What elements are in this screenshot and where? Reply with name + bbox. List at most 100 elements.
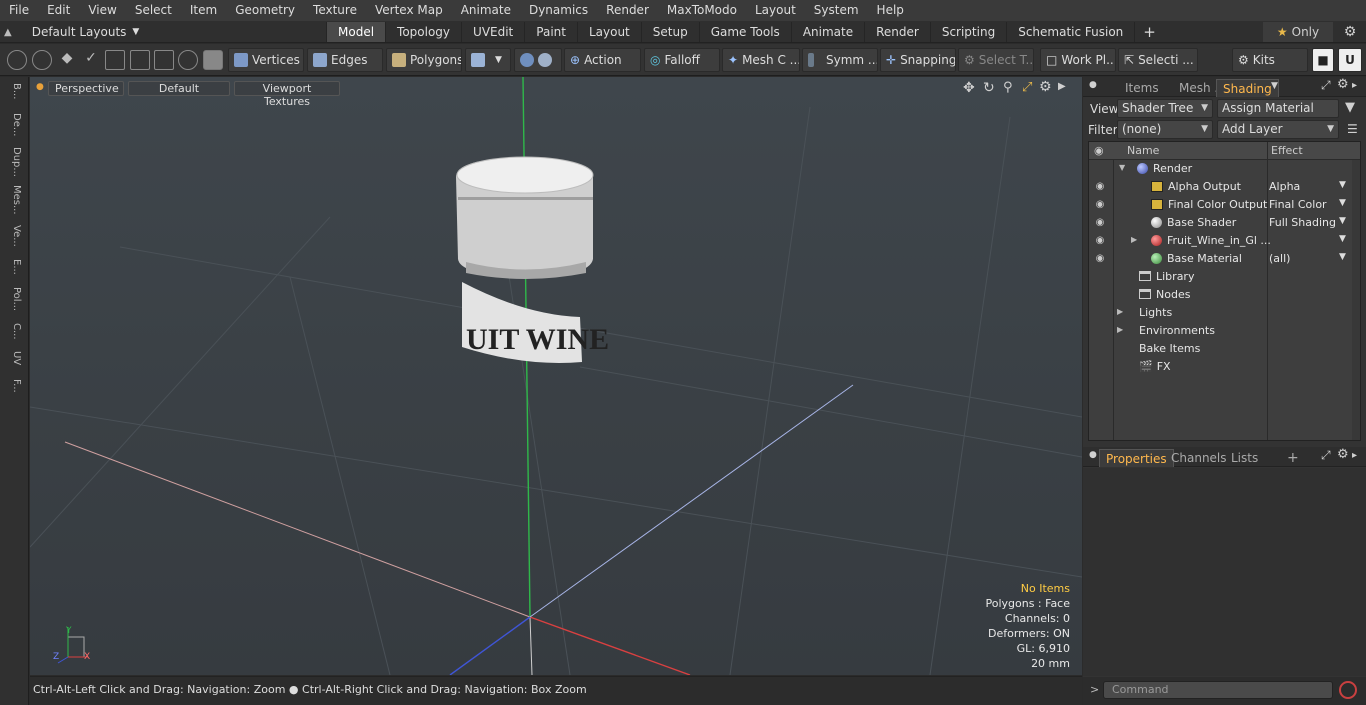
pan-icon[interactable]: ✥ (963, 80, 975, 96)
tree-row-library[interactable]: Library (1089, 268, 1360, 286)
eye-icon[interactable]: ◉ (1093, 181, 1107, 193)
chevron-down-icon[interactable]: ▼ (1339, 180, 1346, 190)
expand-icon[interactable]: ▶ (1117, 307, 1123, 316)
menu-layout[interactable]: Layout (746, 0, 805, 21)
menu-select[interactable]: Select (126, 0, 181, 21)
tree-row-alpha-output[interactable]: ◉ Alpha Output Alpha ▼ (1089, 178, 1360, 196)
tree-row-lights[interactable]: ▶ Lights (1089, 304, 1360, 322)
chevron-down-icon[interactable]: ▼ (1339, 234, 1346, 244)
viewport-textures-dropdown[interactable]: Viewport Textures (234, 81, 340, 108)
vertices-button[interactable]: Vertices (228, 48, 304, 72)
eye-icon[interactable]: ◉ (1093, 217, 1107, 229)
tree-row-base-shader[interactable]: ◉ Base Shader Full Shading ▼ (1089, 214, 1360, 232)
assign-material-button[interactable]: Assign Material (1217, 99, 1339, 118)
kits-button[interactable]: ⚙ Kits (1232, 48, 1308, 72)
unreal-icon[interactable]: U (1338, 48, 1362, 72)
menu-item[interactable]: Item (181, 0, 226, 21)
left-tab-uv[interactable]: UV (4, 351, 22, 375)
left-tab-deform[interactable]: De... (4, 113, 22, 143)
panel-gear-icon[interactable]: ⚙ (1337, 447, 1349, 462)
tree-row-fruit-wine[interactable]: ◉ ▶ Fruit_Wine_in_Gl ... ▼ (1089, 232, 1360, 250)
scale-icon[interactable] (154, 50, 174, 70)
maximize-icon[interactable]: ⤢ (1321, 448, 1331, 463)
polygons-button[interactable]: Polygons (386, 48, 462, 72)
tab-uvedit[interactable]: UVEdit (461, 22, 524, 42)
menu-dynamics[interactable]: Dynamics (520, 0, 597, 21)
action-button[interactable]: ⊕ Action (564, 48, 641, 72)
box-icon[interactable] (203, 50, 223, 70)
layout-selector[interactable]: ▲ Default Layouts ▼ (4, 23, 139, 41)
work-plane-button[interactable]: □ Work Pl... (1040, 48, 1116, 72)
tab-scripting[interactable]: Scripting (929, 22, 1006, 42)
tab-properties[interactable]: Properties (1099, 449, 1174, 467)
row-effect[interactable]: (all) (1269, 252, 1290, 265)
menu-render[interactable]: Render (597, 0, 658, 21)
tree-row-base-material[interactable]: ◉ Base Material (all) ▼ (1089, 250, 1360, 268)
only-button[interactable]: ★ Only (1263, 22, 1333, 42)
add-tab-button[interactable]: + (1134, 22, 1164, 42)
tab-setup[interactable]: Setup (640, 22, 699, 42)
selection-sets-button[interactable]: ⇱ Selecti ... (1118, 48, 1198, 72)
expand-icon[interactable]: ▶ (1117, 325, 1123, 334)
chevron-down-icon[interactable]: ▼ (1271, 81, 1278, 91)
gear-icon[interactable]: ⚙ (1338, 22, 1362, 42)
tree-row-bake-items[interactable]: Bake Items (1089, 340, 1360, 358)
filter-dropdown[interactable]: (none) ▼ (1117, 120, 1213, 139)
mesh-constraint-button[interactable]: ✦ Mesh C ... (722, 48, 800, 72)
tree-row-nodes[interactable]: Nodes (1089, 286, 1360, 304)
row-effect[interactable]: Final Color (1269, 198, 1327, 211)
edges-button[interactable]: Edges (307, 48, 383, 72)
tree-row-environments[interactable]: ▶ Environments (1089, 322, 1360, 340)
tab-topology[interactable]: Topology (385, 22, 461, 42)
tab-items[interactable]: Items (1119, 79, 1165, 97)
left-tab-curve[interactable]: C... (4, 323, 22, 347)
tab-layout[interactable]: Layout (576, 22, 641, 42)
left-tab-duplicate[interactable]: Dup... (4, 147, 22, 181)
tab-animate[interactable]: Animate (790, 22, 864, 42)
chevron-down-icon[interactable]: ▼ (1339, 198, 1346, 208)
tree-row-fx[interactable]: 🎬 FX (1089, 358, 1360, 376)
collapse-icon[interactable]: ▼ (1119, 163, 1125, 172)
maximize-icon[interactable]: ⤢ (1321, 78, 1331, 93)
menu-vertex-map[interactable]: Vertex Map (366, 0, 452, 21)
orbit-icon[interactable]: ↻ (983, 80, 995, 96)
unity-icon[interactable]: ■ (1312, 48, 1334, 72)
chevron-down-icon[interactable]: ▼ (1339, 216, 1346, 226)
panel-expand-icon[interactable]: ▸ (1352, 80, 1357, 91)
effect-column-header[interactable]: Effect (1271, 144, 1303, 157)
pen-icon[interactable]: ◆ (57, 50, 77, 70)
filter-funnel-icon[interactable]: ▼ (1345, 100, 1355, 115)
command-input[interactable]: Command (1103, 681, 1333, 699)
list-menu-icon[interactable]: ☰ (1347, 122, 1358, 136)
item-mode-dropdown[interactable]: ▼ (465, 48, 511, 72)
view-dropdown[interactable]: Shader Tree ▼ (1117, 99, 1213, 118)
tree-row-render[interactable]: ▼ Render (1089, 160, 1360, 178)
chevron-down-icon[interactable]: ▼ (1339, 252, 1346, 262)
eye-icon[interactable]: ◉ (1093, 235, 1107, 247)
tab-model[interactable]: Model (326, 22, 386, 42)
eye-icon[interactable]: ◉ (1093, 253, 1107, 265)
tree-scrollbar[interactable] (1352, 160, 1360, 440)
fit-icon[interactable]: ⤢ (1022, 80, 1032, 95)
circle-select-icon[interactable] (7, 50, 27, 70)
globe-icon[interactable] (32, 50, 52, 70)
tab-game-tools[interactable]: Game Tools (698, 22, 791, 42)
zoom-icon[interactable]: ⚲ (1003, 80, 1013, 95)
viewport-gear-icon[interactable]: ⚙ (1039, 79, 1052, 95)
menu-help[interactable]: Help (868, 0, 913, 21)
tree-row-final-color-output[interactable]: ◉ Final Color Output Final Color ▼ (1089, 196, 1360, 214)
record-icon[interactable] (1339, 681, 1357, 699)
row-effect[interactable]: Full Shading (1269, 216, 1336, 229)
select-through-button[interactable]: ⚙ Select T... (958, 48, 1034, 72)
tab-paint[interactable]: Paint (524, 22, 577, 42)
expand-icon[interactable]: ▶ (1131, 235, 1137, 244)
menu-system[interactable]: System (805, 0, 868, 21)
tab-render[interactable]: Render (864, 22, 930, 42)
left-tab-vertex[interactable]: Ve... (4, 225, 22, 255)
menu-file[interactable]: File (0, 0, 38, 21)
add-tab-button[interactable]: + (1281, 449, 1305, 467)
left-tab-polygon[interactable]: Pol... (4, 287, 22, 319)
tab-shading[interactable]: Shading (1216, 79, 1279, 97)
menu-edit[interactable]: Edit (38, 0, 79, 21)
menu-texture[interactable]: Texture (304, 0, 366, 21)
